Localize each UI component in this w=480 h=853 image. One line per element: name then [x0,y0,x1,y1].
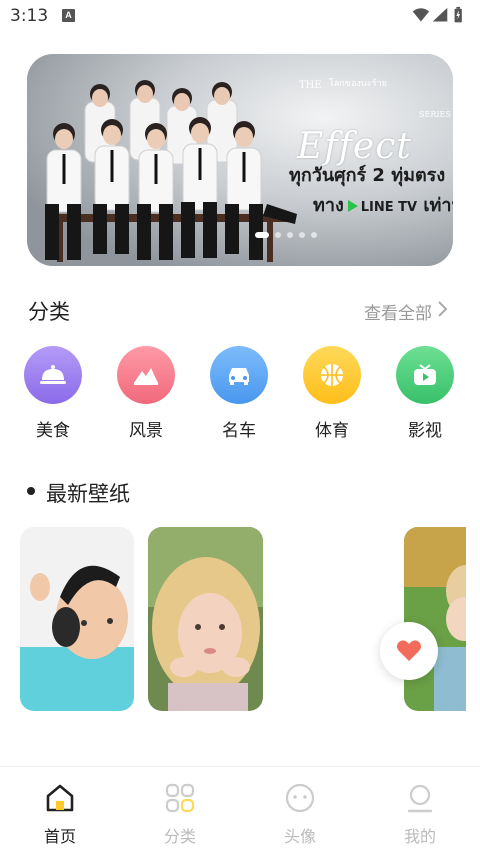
avatar-face-icon [285,783,315,813]
basketball-icon [303,346,361,404]
status-time: 3:13 [10,6,49,26]
pagination-dot[interactable] [311,232,317,238]
banner-channel-name: LINE TV [360,200,418,215]
category-label: 影视 [408,421,442,441]
nav-item-category[interactable]: 分类 [140,781,220,847]
category-label: 名车 [222,421,256,441]
landscape-icon [117,346,175,404]
view-all-link[interactable]: 查看全部 [364,299,432,324]
notification-icon: A [62,9,75,22]
nav-label: 我的 [403,827,436,846]
home-icon [46,784,74,812]
pagination-dot[interactable] [255,232,269,238]
category-label: 体育 [315,421,349,441]
favorite-button[interactable] [380,622,438,680]
wallpaper-thumb-baby-headphones[interactable] [20,527,134,711]
banner-thai-top: โลกของนะร้าย [329,79,387,89]
category-item-landscape[interactable]: 风景 [111,346,181,441]
category-list: 美食 风景 名车 体育 影视 [0,346,480,446]
category-item-film[interactable]: 影视 [390,346,460,441]
banner-series: SERIES [419,110,451,119]
grid-icon [165,783,195,813]
category-item-food[interactable]: 美食 [18,346,88,441]
nav-item-avatar[interactable]: 头像 [260,781,340,847]
banner-schedule: ทุกวันศุกร์ 2 ทุ่มตรง [289,165,446,186]
banner-brand-small: THE [299,80,322,91]
nav-label: 首页 [43,827,76,846]
car-icon [210,346,268,404]
latest-wallpapers-title: 最新壁纸 [46,482,130,506]
wallpaper-thumb-child[interactable] [404,527,466,711]
bottom-navigation: 首页 分类 头像 我的 [0,766,480,853]
battery-icon [454,6,462,23]
nav-item-home[interactable]: 首页 [20,781,100,847]
banner-pagination [255,232,317,238]
heart-icon [397,640,421,661]
pagination-dot[interactable] [299,232,305,238]
banner-channel-line: ทาง LINE TV เท่านั้น [313,190,453,219]
category-item-car[interactable]: 名车 [204,346,274,441]
wifi-icon [412,8,430,22]
tv-icon [396,346,454,404]
promo-banner[interactable]: THE โลกของนะร้าย Effect SERIES ทุกวันศุก… [27,54,453,266]
food-cloche-icon [24,346,82,404]
status-icons [412,6,462,23]
categories-title: 分类 [28,300,70,324]
status-bar: 3:13 A [0,0,480,32]
pagination-dot[interactable] [275,232,281,238]
nav-label: 头像 [283,827,316,846]
section-bullet [27,487,35,495]
profile-icon [407,784,433,813]
pagination-dot[interactable] [287,232,293,238]
category-item-sports[interactable]: 体育 [297,346,367,441]
nav-item-profile[interactable]: 我的 [380,781,460,847]
chevron-right-icon[interactable] [436,299,450,319]
category-label: 美食 [36,421,70,441]
banner-channel-suffix: เท่านั้น [423,195,453,216]
nav-label: 分类 [163,827,196,846]
category-label: 风景 [129,421,163,441]
banner-channel-prefix: ทาง [313,195,344,216]
signal-icon [432,7,448,22]
play-icon [347,200,358,212]
wallpaper-thumb-girl[interactable] [148,527,263,711]
